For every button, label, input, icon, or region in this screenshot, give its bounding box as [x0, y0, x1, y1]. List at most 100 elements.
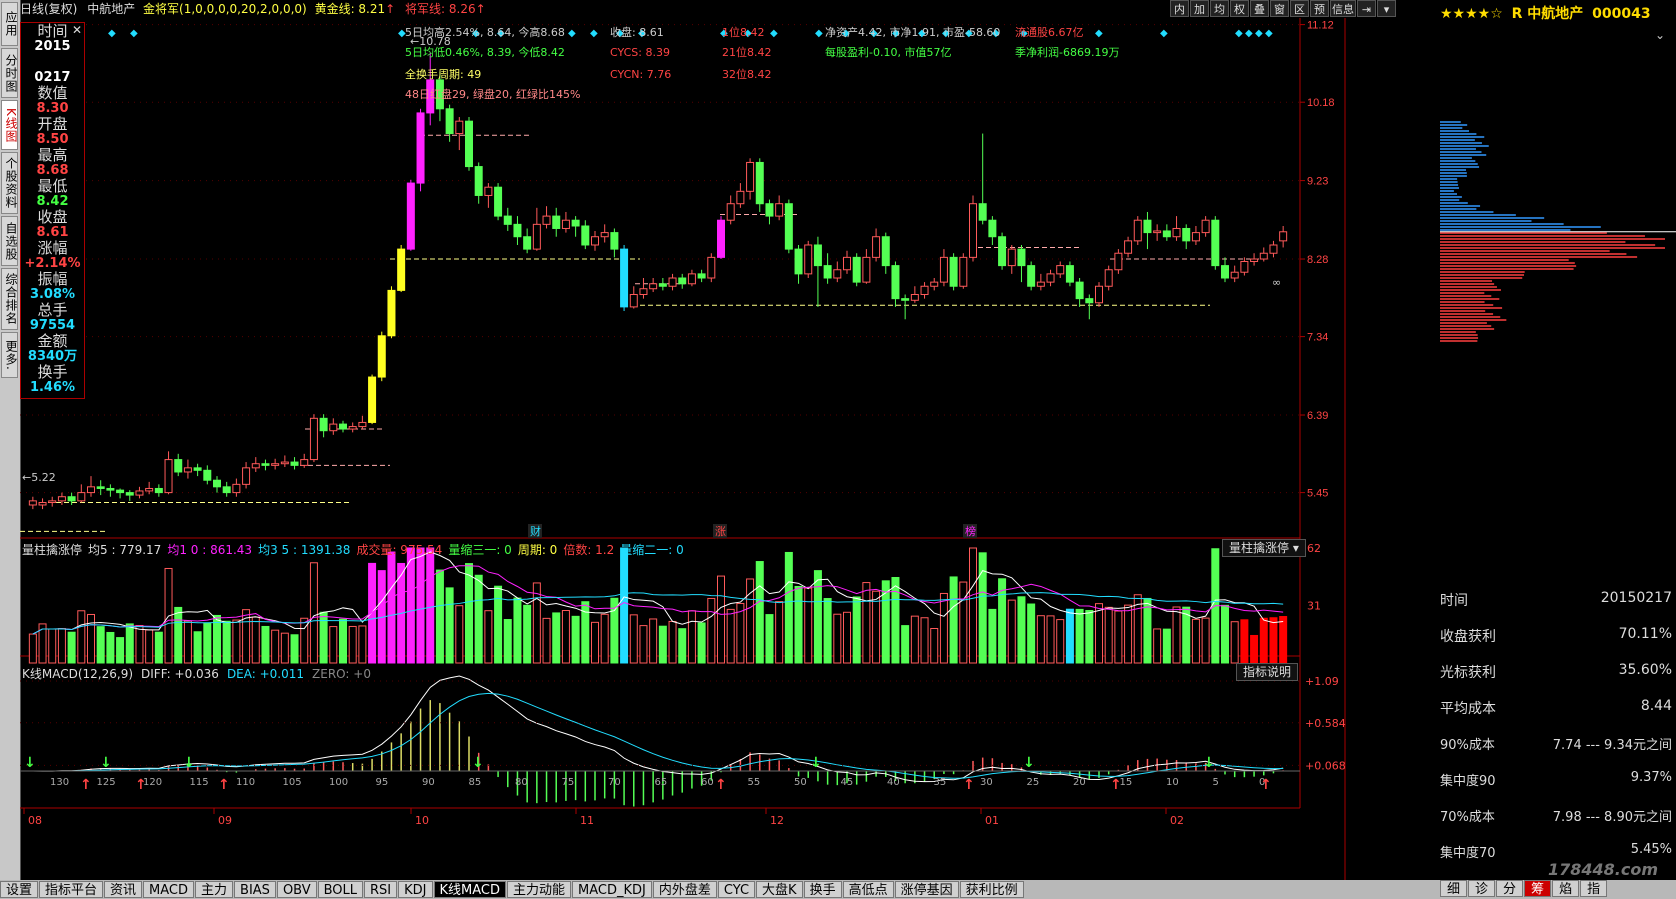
- candle-body: [920, 285, 929, 296]
- candle-body: [765, 203, 774, 217]
- macd-tick-label: +1.09: [1305, 675, 1339, 688]
- tab-8[interactable]: RSI: [364, 881, 398, 898]
- stat-label: 收盘获利: [1440, 629, 1496, 645]
- candle-body: [1162, 230, 1171, 238]
- tab-19[interactable]: 获利比例: [959, 881, 1024, 898]
- candle-body: [813, 244, 822, 267]
- tab-5[interactable]: BIAS: [234, 881, 276, 898]
- indicator-help-button[interactable]: 指标说明: [1236, 663, 1299, 681]
- toolbar-button-8[interactable]: 信息: [1330, 0, 1356, 17]
- stock-title[interactable]: R 中航地产: [1512, 6, 1584, 22]
- volume-bar: [1065, 608, 1074, 664]
- macd-countdown-label: 75: [562, 777, 575, 788]
- macd-zero: ZERO: +0: [312, 667, 371, 681]
- stat-label: 光标获利: [1440, 665, 1496, 681]
- volume-bar: [571, 615, 580, 664]
- volume-bar: [591, 621, 599, 664]
- macd-countdown-label: 5: [1213, 777, 1219, 788]
- overlay-text: ←10.78: [410, 35, 451, 48]
- toolbar-button-7[interactable]: 预: [1310, 0, 1329, 17]
- right-tab-2[interactable]: 分: [1496, 880, 1524, 897]
- volume-bar: [823, 598, 832, 664]
- tab-6[interactable]: OBV: [276, 881, 317, 898]
- toolbar-button-10[interactable]: ▾: [1377, 0, 1396, 17]
- tab-7[interactable]: BOLL: [317, 881, 364, 898]
- candle-body: [1250, 258, 1259, 262]
- candle-body: [445, 108, 454, 135]
- right-tab-0[interactable]: 细: [1440, 880, 1468, 897]
- right-tab-5[interactable]: 指: [1580, 880, 1608, 897]
- volume-bar: [1250, 634, 1259, 664]
- volume-bar: [687, 610, 696, 664]
- sidebar-item-1[interactable]: 分时图: [1, 48, 18, 98]
- tab-4[interactable]: 主力: [195, 881, 234, 898]
- toolbar-button-1[interactable]: 加: [1190, 0, 1209, 17]
- candle-body: [1095, 285, 1103, 304]
- stock-name: 中航地产: [87, 2, 136, 16]
- volume-bar: [135, 624, 144, 664]
- tab-0[interactable]: 设置: [0, 881, 39, 898]
- candle-body: [280, 461, 289, 465]
- right-tab-4[interactable]: 焰: [1552, 880, 1580, 897]
- volume-bar: [1153, 628, 1162, 664]
- candle-body: [881, 236, 890, 267]
- signal-arrow-icon: ↑: [135, 777, 147, 793]
- toolbar-button-0[interactable]: 内: [1170, 0, 1189, 17]
- tab-16[interactable]: 换手: [803, 881, 842, 898]
- price-tick-label: 6.39: [1307, 410, 1328, 422]
- tab-13[interactable]: 内外盘差: [652, 881, 717, 898]
- candle-body: [232, 483, 241, 494]
- indicator-dropdown[interactable]: 量柱擒涨停 ▾: [1222, 539, 1306, 557]
- tab-2[interactable]: 资讯: [104, 881, 143, 898]
- tab-9[interactable]: KDJ: [398, 881, 433, 898]
- right-tab-3[interactable]: 筹: [1524, 880, 1552, 897]
- toolbar-button-9[interactable]: ⇥: [1357, 0, 1376, 17]
- sidebar-item-6[interactable]: 更多.: [1, 332, 18, 378]
- tab-17[interactable]: 高低点: [842, 881, 894, 898]
- month-label: 02: [1170, 814, 1184, 827]
- toolbar-button-4[interactable]: 叠: [1250, 0, 1269, 17]
- event-marker-icon: ◆: [1265, 28, 1273, 39]
- candle-body: [852, 256, 861, 283]
- sidebar-item-0[interactable]: 应用: [1, 2, 18, 46]
- tab-12[interactable]: MACD_KDJ: [572, 881, 652, 898]
- tab-1[interactable]: 指标平台: [39, 881, 104, 898]
- tab-14[interactable]: CYC: [717, 881, 756, 898]
- info-value: +2.14%: [24, 256, 81, 271]
- candle-body: [1143, 219, 1152, 234]
- sidebar-item-5[interactable]: 综合排名: [1, 268, 18, 330]
- volume-bar: [862, 582, 871, 664]
- volume-bar: [658, 625, 667, 664]
- toolbar-button-5[interactable]: 窗: [1270, 0, 1289, 17]
- info-value: 8.42: [36, 194, 69, 209]
- sidebar-item-3[interactable]: 个股资料: [1, 152, 18, 214]
- info-label: 总手: [37, 301, 68, 319]
- right-tab-1[interactable]: 诊: [1468, 880, 1496, 897]
- close-icon[interactable]: ✕: [72, 23, 82, 37]
- tab-15[interactable]: 大盘K: [756, 881, 803, 898]
- volume-bar: [1230, 621, 1239, 664]
- toolbar-button-3[interactable]: 权: [1230, 0, 1249, 17]
- candle-body: [1133, 219, 1142, 242]
- kline-chart[interactable]: 11.1210.189.238.287.346.395.45◆ ◆ ◆ ◆ ◆ ◆ ◆ ◆ ◆ ◆…: [20, 18, 1440, 880]
- period-label[interactable]: 日线(复权): [20, 2, 77, 16]
- volume-bar: [1027, 603, 1036, 664]
- macd-countdown-label: 80: [515, 777, 528, 788]
- tab-10[interactable]: K线MACD: [433, 881, 507, 898]
- indicator-name[interactable]: 金将军(1,0,0,0,0,20,2,0,0,0): [143, 2, 307, 16]
- candle-body: [939, 256, 948, 283]
- macd-countdown-label: 20: [1073, 777, 1086, 788]
- sidebar-item-2[interactable]: K线图: [1, 100, 18, 150]
- toolbar-button-6[interactable]: 区: [1290, 0, 1309, 17]
- candle-body: [775, 203, 784, 217]
- tab-11[interactable]: 主力动能: [507, 881, 572, 898]
- tab-18[interactable]: 涨停基因: [894, 881, 959, 898]
- candle-body: [1065, 265, 1074, 283]
- info-value: 8.61: [36, 225, 69, 240]
- macd-dea: DEA: +0.011: [226, 667, 305, 681]
- macd-countdown-label: 50: [794, 777, 807, 788]
- tab-3[interactable]: MACD: [143, 881, 195, 898]
- toolbar-button-2[interactable]: 均: [1210, 0, 1229, 17]
- candle-body: [87, 486, 95, 494]
- sidebar-item-4[interactable]: 自选股: [1, 216, 18, 266]
